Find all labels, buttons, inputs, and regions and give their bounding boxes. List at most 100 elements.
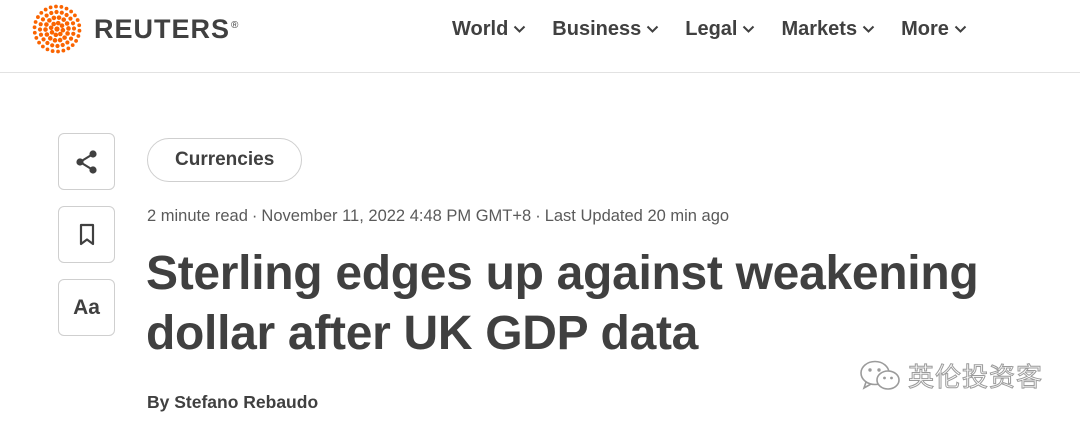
- logo-dot: [64, 6, 69, 11]
- logo-dot: [51, 15, 57, 21]
- logo-dot: [47, 36, 53, 41]
- logo-dot: [54, 4, 58, 9]
- logo-dot: [38, 32, 44, 37]
- logo-dot: [66, 46, 71, 51]
- logo-dot: [34, 36, 39, 40]
- reuters-dot-logo-icon: [32, 4, 82, 54]
- logo-dot: [58, 31, 63, 37]
- logo-dot: [37, 27, 43, 32]
- logo-dot: [45, 40, 50, 46]
- last-updated: Last Updated 20 min ago: [544, 207, 730, 225]
- logo-dot: [61, 48, 66, 53]
- logo-dot: [55, 43, 60, 49]
- logo-dot: [70, 43, 75, 48]
- logo-dot: [68, 16, 73, 21]
- chevron-down-icon: [514, 25, 526, 33]
- logo-dot: [43, 27, 48, 32]
- logo-dot: [68, 36, 74, 41]
- site-header: REUTERS® World Business Legal Markets Mo…: [0, 0, 1080, 73]
- chevron-down-icon: [647, 25, 659, 33]
- logo-dot: [40, 17, 46, 22]
- logo-dot: [54, 26, 60, 32]
- text-size-label: Aa: [73, 295, 100, 319]
- reuters-logo[interactable]: REUTERS®: [30, 4, 239, 54]
- nav-item-world[interactable]: World: [452, 18, 526, 41]
- logo-dot: [70, 21, 76, 26]
- logo-dot: [59, 5, 64, 9]
- brand-name: REUTERS®: [94, 13, 240, 44]
- logo-dot: [55, 20, 61, 26]
- logo-dot: [75, 18, 80, 22]
- logo-dot: [59, 23, 65, 28]
- wechat-icon: [860, 360, 900, 390]
- logo-dot: [69, 9, 74, 14]
- logo-dot: [53, 32, 59, 38]
- logo-dot: [45, 47, 50, 52]
- logo-dot: [54, 9, 59, 15]
- text-size-button[interactable]: Aa: [58, 279, 115, 336]
- logo-dot: [56, 15, 62, 20]
- logo-dot: [48, 5, 53, 10]
- logo-dot: [51, 21, 56, 27]
- chevron-down-icon: [743, 25, 755, 33]
- main-nav: World Business Legal Markets More: [452, 15, 967, 43]
- logo-dot: [77, 28, 82, 33]
- logo-dot: [76, 34, 81, 38]
- byline[interactable]: By Stefano Rebaudo: [147, 392, 318, 413]
- logo-dot: [57, 37, 63, 43]
- logo-dot: [64, 21, 70, 26]
- chevron-down-icon: [862, 25, 875, 33]
- logo-dot: [64, 12, 69, 18]
- article-headline: Sterling edges up against weakening doll…: [146, 244, 1046, 364]
- category-tag-button[interactable]: Currencies: [147, 138, 303, 182]
- logo-dot: [37, 40, 41, 45]
- bookmark-icon: [79, 223, 94, 245]
- logo-dot: [60, 27, 66, 33]
- logo-dot: [32, 30, 37, 35]
- logo-dot: [77, 23, 82, 28]
- logo-dot: [71, 31, 76, 36]
- nav-item-markets[interactable]: Markets: [781, 18, 875, 41]
- share-icon: [75, 149, 97, 174]
- logo-dot: [66, 26, 71, 31]
- logo-dot: [65, 40, 70, 45]
- article-meta: 2 minute read · November 11, 2022 4:48 PM …: [147, 207, 729, 226]
- logo-dot: [33, 20, 38, 24]
- logo-dot: [38, 22, 43, 27]
- logo-dot: [43, 7, 48, 12]
- logo-dot: [71, 26, 77, 31]
- logo-dot: [40, 44, 45, 49]
- meta-separator: ·: [535, 207, 541, 225]
- logo-dot: [39, 10, 44, 15]
- logo-dot: [56, 49, 60, 54]
- logo-dot: [48, 25, 54, 31]
- nav-item-business[interactable]: Business: [552, 18, 659, 41]
- logo-dot: [49, 10, 54, 16]
- logo-dot: [74, 39, 78, 43]
- logo-dot: [52, 38, 58, 43]
- headline-line-1: Sterling edges up against weakening: [146, 247, 979, 300]
- nav-item-more[interactable]: More: [901, 18, 967, 41]
- logo-dot: [44, 32, 50, 37]
- logo-dot: [73, 13, 77, 18]
- logo-dot: [50, 43, 55, 48]
- nav-item-legal[interactable]: Legal: [685, 18, 755, 41]
- watermark: 英伦投资客: [858, 357, 1043, 394]
- read-time: 2 minute read: [147, 207, 248, 225]
- logo-dot: [49, 30, 55, 35]
- headline-line-2: dollar after UK GDP data: [146, 307, 699, 360]
- watermark-text: 英伦投资客: [907, 363, 1044, 394]
- meta-separator: ·: [251, 207, 258, 225]
- bookmark-button[interactable]: [58, 206, 115, 263]
- share-button[interactable]: [58, 133, 115, 190]
- logo-dot: [47, 18, 52, 23]
- logo-dot: [41, 37, 46, 42]
- chevron-down-icon: [954, 25, 967, 33]
- logo-dot: [62, 35, 67, 40]
- logo-dot: [32, 25, 37, 30]
- logo-dot: [50, 49, 55, 53]
- logo-dot: [61, 17, 67, 22]
- logo-dot: [59, 10, 64, 15]
- logo-dot: [65, 31, 70, 36]
- logo-dot: [60, 42, 65, 48]
